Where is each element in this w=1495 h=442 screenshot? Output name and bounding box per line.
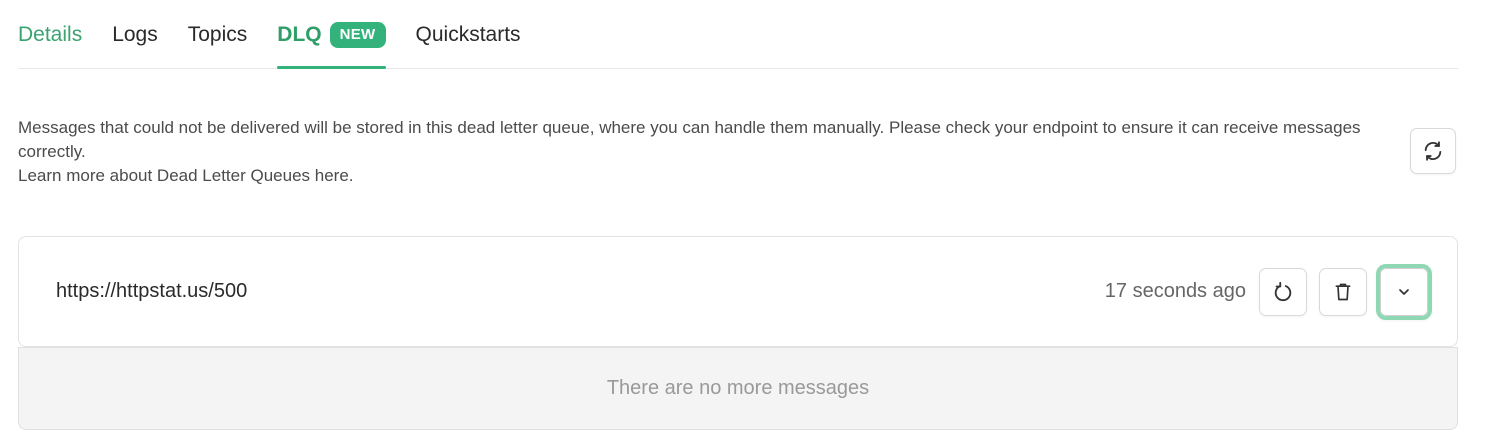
expand-button-inner — [1380, 268, 1428, 316]
retry-icon — [1272, 281, 1294, 303]
dlq-description: Messages that could not be delivered wil… — [18, 116, 1388, 188]
description-text: Messages that could not be delivered wil… — [18, 118, 1361, 161]
chevron-down-icon — [1396, 284, 1412, 300]
learn-more-link[interactable]: Learn more about Dead Letter Queues here… — [18, 164, 1388, 188]
tab-details-label: Details — [18, 23, 83, 46]
message-url: https://httpstat.us/500 — [56, 280, 248, 302]
message-timestamp: 17 seconds ago — [1104, 280, 1246, 302]
tab-quickstarts[interactable]: Quickstarts — [416, 0, 521, 68]
tab-dlq-label: DLQ — [277, 23, 322, 46]
trash-icon — [1333, 281, 1353, 303]
tab-topics-label: Topics — [187, 23, 248, 46]
tab-dlq[interactable]: DLQ NEW — [277, 0, 386, 69]
empty-state-text: There are no more messages — [606, 377, 870, 399]
tab-quickstarts-label: Quickstarts — [415, 23, 521, 46]
delete-button[interactable] — [1319, 268, 1367, 316]
tab-logs[interactable]: Logs — [112, 0, 158, 68]
tab-details[interactable]: Details — [18, 0, 82, 68]
refresh-icon — [1422, 140, 1444, 162]
refresh-button[interactable] — [1410, 128, 1456, 174]
dlq-message-card: https://httpstat.us/500 17 seconds ago — [18, 236, 1458, 347]
empty-state: There are no more messages — [18, 347, 1458, 430]
expand-button[interactable] — [1376, 264, 1432, 320]
new-badge: NEW — [329, 22, 386, 48]
tab-topics[interactable]: Topics — [188, 0, 248, 68]
tab-logs-label: Logs — [112, 23, 158, 46]
retry-button[interactable] — [1259, 268, 1307, 316]
tab-bar: Details Logs Topics DLQ NEW Quickstarts — [18, 0, 1458, 69]
